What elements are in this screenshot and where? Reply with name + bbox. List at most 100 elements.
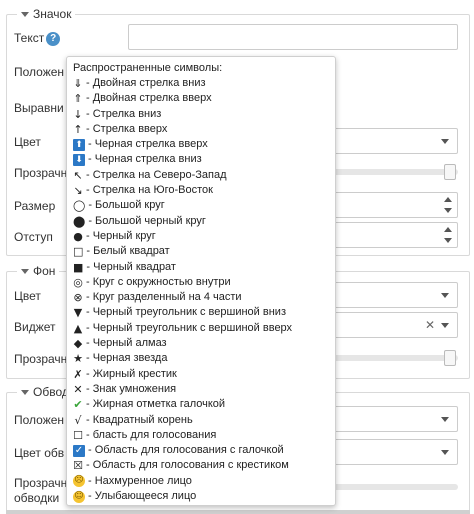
symbol-glyph-icon: ⬤ — [73, 214, 86, 228]
symbol-item[interactable]: ✕ - Знак умножения — [73, 382, 329, 397]
symbol-glyph-icon: ▼ — [73, 306, 83, 320]
symbol-item[interactable]: √ - Квадратный корень — [73, 413, 329, 428]
symbol-label: - Жирный крестик — [86, 367, 177, 380]
symbol-item[interactable]: ☐ - бласть для голосования — [73, 428, 329, 443]
symbol-glyph-icon: ☐ — [73, 428, 83, 442]
symbol-item[interactable]: ✓ - Область для голосования с галочкой — [73, 443, 329, 458]
background-section-legend[interactable]: Фон — [17, 264, 60, 278]
badge-section-title: Значок — [33, 7, 72, 21]
symbol-glyph-icon: ↖ — [73, 168, 83, 182]
symbol-glyph-icon: ▲ — [73, 321, 83, 335]
symbol-item[interactable]: ↘ - Стрелка на Юго-Восток — [73, 183, 329, 198]
symbol-glyph-icon: ↑ — [73, 122, 83, 136]
symbol-label: - Белый квадрат — [86, 245, 170, 258]
symbol-item[interactable]: ● - Черный круг — [73, 229, 329, 244]
text-input[interactable] — [128, 24, 458, 50]
symbol-glyph-icon: ↘ — [73, 184, 83, 198]
symbol-label: - Двойная стрелка вниз — [86, 77, 206, 89]
outline-color-label: Цвет обв — [14, 446, 65, 460]
widget-label: Виджет — [14, 320, 56, 334]
symbol-item[interactable]: □ - Белый квадрат — [73, 244, 329, 259]
symbol-item[interactable]: ■ - Черный квадрат — [73, 260, 329, 275]
symbol-glyph-icon: ⊗ — [73, 291, 83, 305]
symbol-label: - Большой круг — [88, 199, 165, 212]
symbol-item[interactable]: ☺ - Улыбающееся лицо — [73, 489, 329, 504]
chevron-down-icon — [441, 293, 449, 298]
popup-title: Распространенные символы: — [73, 62, 223, 74]
symbol-item[interactable]: ◆ - Черный алмаз — [73, 336, 329, 351]
symbol-label: - Нахмуренное лицо — [88, 474, 192, 487]
symbol-item[interactable]: ⇑ - Двойная стрелка вверх — [73, 91, 329, 106]
outline-position-label: Положен — [14, 413, 65, 427]
symbol-label: - Стрелка на Северо-Запад — [86, 168, 227, 181]
symbol-label: - Черный алмаз — [86, 337, 167, 350]
opacity-label: Прозрачн — [14, 166, 68, 180]
symbol-glyph-icon: ✓ — [73, 444, 85, 457]
symbol-glyph-icon: ✕ — [73, 382, 83, 396]
symbol-item[interactable]: ★ - Черная звезда — [73, 351, 329, 366]
opacity-slider-handle[interactable] — [444, 164, 456, 180]
symbol-item[interactable]: ⬆ - Черная стрелка вверх — [73, 137, 329, 152]
size-label: Размер — [14, 199, 56, 213]
symbol-item[interactable]: ▼ - Черный треугольник с вершиной вниз — [73, 305, 329, 320]
horizontal-scrollbar[interactable] — [6, 510, 470, 514]
symbol-label: - Черный треугольник с вершиной вверх — [86, 321, 293, 334]
symbol-label: - Жирная отметка галочкой — [86, 398, 226, 411]
outline-section-title: Обвод — [33, 385, 69, 399]
symbol-label: - Черная стрелка вверх — [88, 138, 208, 151]
symbol-label: - Круг разделенный на 4 части — [86, 291, 242, 304]
symbol-item[interactable]: ⬇ - Черная стрелка вниз — [73, 152, 329, 167]
symbol-glyph-icon: ■ — [73, 260, 84, 274]
symbol-glyph-icon: ⬆ — [73, 138, 85, 151]
symbol-glyph-icon: ☹ — [73, 475, 85, 488]
spinner-arrows-icon[interactable] — [443, 196, 453, 214]
symbol-glyph-icon: ◯ — [73, 199, 86, 213]
symbol-item[interactable]: ⊗ - Круг разделенный на 4 части — [73, 290, 329, 305]
symbol-label: - бласть для голосования — [86, 428, 217, 441]
symbol-item[interactable]: ↓ - Стрелка вниз — [73, 107, 329, 122]
symbol-item[interactable]: ⬤ - Большой черный круг — [73, 214, 329, 229]
symbol-label: - Круг с окружностью внутри — [86, 275, 231, 288]
symbol-glyph-icon: ● — [73, 229, 83, 243]
outline-opacity-label: Прозрачн обводки — [14, 476, 68, 505]
symbol-item[interactable]: ✔ - Жирная отметка галочкой — [73, 397, 329, 412]
symbol-label: - Черный треугольник с вершиной вниз — [86, 306, 286, 319]
clear-icon[interactable]: ✕ — [425, 318, 435, 332]
symbol-glyph-icon: ✔ — [73, 398, 83, 412]
bg-opacity-slider-handle[interactable] — [444, 350, 456, 366]
outline-section-legend[interactable]: Обвод — [17, 385, 73, 399]
symbol-item[interactable]: ☒ - Область для голосования с крестиком — [73, 458, 329, 473]
color-label: Цвет — [14, 135, 41, 149]
symbol-label: - Черный круг — [86, 229, 156, 242]
symbol-glyph-icon: ◎ — [73, 275, 83, 289]
chevron-down-icon — [441, 417, 449, 422]
symbol-glyph-icon: ⇓ — [73, 77, 83, 90]
symbol-label: - Область для голосования с крестиком — [86, 459, 289, 472]
badge-section-legend[interactable]: Значок — [17, 7, 76, 21]
symbol-glyph-icon: ◆ — [73, 337, 83, 351]
symbol-item[interactable]: ↖ - Стрелка на Северо-Запад — [73, 168, 329, 183]
symbol-item[interactable]: ↑ - Стрелка вверх — [73, 122, 329, 137]
collapse-triangle-icon[interactable] — [21, 389, 29, 395]
symbol-item[interactable]: ◎ - Круг с окружностью внутри — [73, 275, 329, 290]
symbol-label: - Стрелка вниз — [86, 107, 162, 120]
chevron-down-icon — [441, 139, 449, 144]
symbol-item[interactable]: ☹ - Нахмуренное лицо — [73, 474, 329, 489]
align-label: Выравни — [14, 101, 64, 115]
symbol-glyph-icon: □ — [73, 245, 84, 259]
collapse-triangle-icon[interactable] — [21, 11, 29, 17]
symbol-label: - Знак умножения — [86, 382, 177, 395]
spinner-arrows-icon[interactable] — [443, 226, 453, 244]
help-icon[interactable]: ? — [46, 31, 61, 46]
symbol-item[interactable]: ◯ - Большой круг — [73, 198, 329, 213]
collapse-triangle-icon[interactable] — [21, 268, 29, 274]
symbol-label: - Черный квадрат — [86, 260, 176, 273]
symbol-item[interactable]: ✗ - Жирный крестик — [73, 367, 329, 382]
chevron-down-icon — [441, 323, 449, 328]
symbol-item[interactable]: ⇓ - Двойная стрелка вниз — [73, 76, 329, 91]
chevron-down-icon — [441, 450, 449, 455]
symbols-popup: Распространенные символы: ⇓ - Двойная стр… — [66, 56, 336, 506]
symbol-glyph-icon: ↓ — [73, 107, 83, 121]
symbol-item[interactable]: ▲ - Черный треугольник с вершиной вверх — [73, 321, 329, 336]
symbol-glyph-icon: √ — [74, 413, 82, 427]
